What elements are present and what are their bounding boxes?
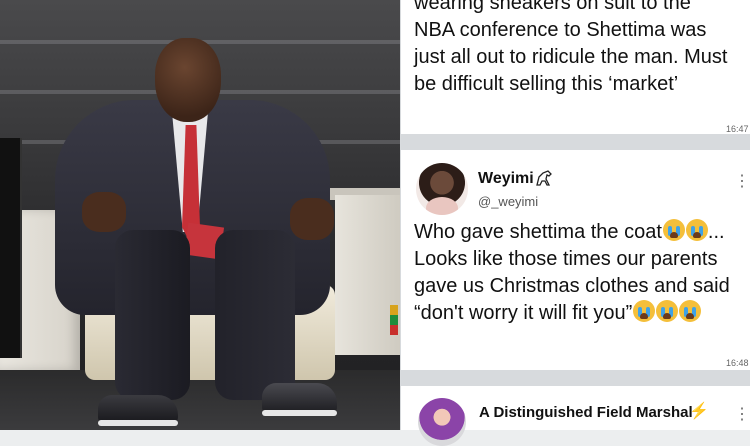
trouser-right bbox=[215, 230, 295, 400]
more-vertical-icon[interactable]: ⋮ bbox=[734, 404, 750, 424]
hand-right bbox=[290, 198, 334, 240]
loudly-crying-face-emoji bbox=[656, 300, 679, 322]
loudly-crying-face-emoji bbox=[685, 219, 708, 241]
tweet-author-name[interactable]: A Distinguished Field Marshal bbox=[479, 404, 693, 421]
more-vertical-icon[interactable]: ⋮ bbox=[734, 171, 750, 191]
monitor-left bbox=[0, 138, 22, 358]
tweet-text: wearing sneakers on suit to the NBA conf… bbox=[414, 0, 728, 95]
sneaker-sole-left bbox=[98, 420, 178, 426]
loudly-crying-face-emoji bbox=[679, 300, 702, 322]
tweet-author-handle[interactable]: @_weyimi bbox=[478, 194, 538, 209]
tweet-timestamp: 16:47 bbox=[726, 124, 749, 134]
loudly-crying-face-emoji bbox=[633, 300, 656, 322]
avatar[interactable] bbox=[418, 398, 466, 446]
trouser-left bbox=[115, 230, 190, 400]
lightning-bolt-icon: ⚡ bbox=[689, 403, 709, 420]
tweet-text-part: Who gave shettima the coat bbox=[414, 221, 662, 243]
avatar[interactable] bbox=[416, 163, 468, 215]
hand-left bbox=[82, 192, 126, 232]
tweet-text: Who gave shettima the coat... Looks like… bbox=[414, 219, 734, 327]
tweet-author-name[interactable]: Weyimi bbox=[478, 170, 534, 188]
photo-shettima-seated bbox=[0, 0, 400, 430]
man-head bbox=[155, 38, 221, 122]
sneaker-sole-right bbox=[262, 410, 337, 416]
horse-badge-icon bbox=[536, 170, 552, 186]
event-logo-mark bbox=[390, 305, 398, 335]
tweet-timestamp: 16:48 bbox=[726, 358, 749, 368]
loudly-crying-face-emoji bbox=[662, 219, 685, 241]
avatar-figure bbox=[426, 197, 458, 215]
